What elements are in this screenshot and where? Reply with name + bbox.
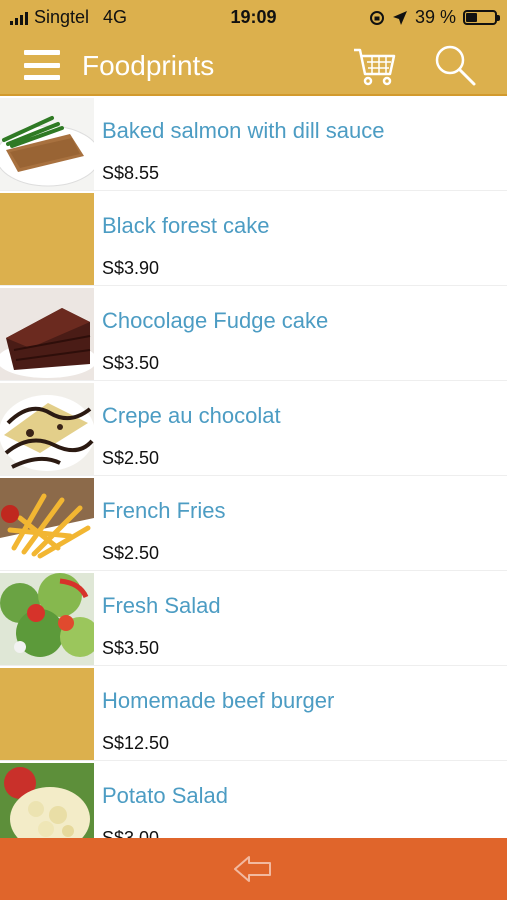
crepe-thumbnail bbox=[0, 383, 94, 475]
potato-salad-thumbnail bbox=[0, 763, 94, 838]
item-name[interactable]: Black forest cake bbox=[102, 213, 270, 239]
item-name[interactable]: French Fries bbox=[102, 498, 225, 524]
item-name[interactable]: Homemade beef burger bbox=[102, 688, 334, 714]
fries-thumbnail bbox=[0, 478, 94, 570]
battery-icon bbox=[463, 10, 500, 25]
list-item[interactable]: Potato Salad S$3.00 bbox=[0, 761, 507, 838]
item-name[interactable]: Chocolage Fudge cake bbox=[102, 308, 328, 334]
item-price: S$2.50 bbox=[102, 448, 160, 468]
fudge-cake-thumbnail bbox=[0, 288, 94, 380]
item-price: S$8.55 bbox=[102, 163, 160, 183]
orientation-lock-icon bbox=[369, 10, 384, 25]
list-item[interactable]: French Fries S$2.50 bbox=[0, 476, 507, 571]
menu-list[interactable]: Baked salmon with dill sauce S$8.55 Blac… bbox=[0, 96, 507, 838]
item-price: S$3.00 bbox=[102, 828, 160, 838]
list-item[interactable]: Crepe au chocolat S$2.50 bbox=[0, 381, 507, 476]
location-arrow-icon bbox=[392, 10, 407, 25]
item-price: S$2.50 bbox=[102, 543, 160, 563]
battery-fill bbox=[466, 13, 477, 22]
app-header: Foodprints bbox=[0, 34, 507, 96]
status-bar: Singtel 4G 19:09 39 % bbox=[0, 0, 507, 34]
item-name[interactable]: Fresh Salad bbox=[102, 593, 221, 619]
item-name[interactable]: Potato Salad bbox=[102, 783, 228, 809]
back-arrow-icon[interactable] bbox=[232, 851, 274, 887]
item-price: S$3.50 bbox=[102, 638, 160, 658]
item-name[interactable]: Baked salmon with dill sauce bbox=[102, 118, 384, 144]
list-item[interactable]: Chocolage Fudge cake S$3.50 bbox=[0, 286, 507, 381]
search-icon[interactable] bbox=[432, 42, 478, 88]
status-right: 39 % bbox=[369, 7, 500, 28]
app-title: Foodprints bbox=[82, 50, 215, 81]
list-item[interactable]: Black forest cake S$3.90 bbox=[0, 191, 507, 286]
item-price: S$3.50 bbox=[102, 353, 160, 373]
item-price: S$3.90 bbox=[102, 258, 160, 278]
bottom-bar bbox=[0, 838, 507, 900]
battery-label: 39 % bbox=[414, 7, 456, 27]
list-item[interactable]: Homemade beef burger S$12.50 bbox=[0, 666, 507, 761]
cart-icon[interactable] bbox=[352, 44, 398, 88]
image-placeholder bbox=[0, 668, 94, 760]
menu-icon[interactable] bbox=[24, 50, 60, 80]
item-name[interactable]: Crepe au chocolat bbox=[102, 403, 281, 429]
image-placeholder bbox=[0, 193, 94, 285]
list-item[interactable]: Baked salmon with dill sauce S$8.55 bbox=[0, 96, 507, 191]
salad-thumbnail bbox=[0, 573, 94, 665]
item-price: S$12.50 bbox=[102, 733, 170, 753]
list-item[interactable]: Fresh Salad S$3.50 bbox=[0, 571, 507, 666]
salmon-thumbnail bbox=[0, 98, 94, 190]
